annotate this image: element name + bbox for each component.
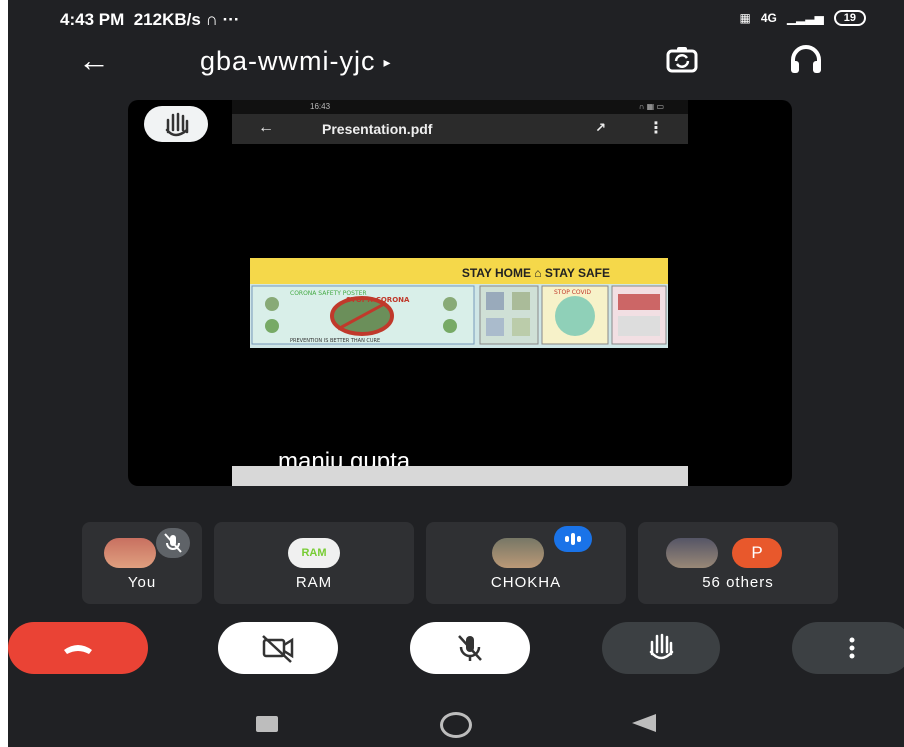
avatar [666, 538, 718, 568]
volte-icon: ▦ [739, 11, 751, 25]
participant-tile-others[interactable]: P 56 others [638, 522, 838, 604]
meeting-code-text: gba-wwmi-yjc [200, 46, 376, 76]
raise-hand-icon [165, 112, 189, 137]
raise-hand-icon [649, 633, 674, 660]
recents-icon[interactable] [256, 716, 278, 732]
avatar: RAM [288, 538, 340, 568]
more-dots-icon: ··· [222, 10, 240, 29]
meet-screen: 4:43 PM 212KB/s ∩ ··· ▦ 4G ▁▂▃▅ 19 ← gba… [8, 0, 904, 747]
participant-tile-you[interactable]: You [82, 522, 202, 604]
poster-artwork: CORONA SAFETY POSTER STOP!! CORONA PREVE… [251, 285, 667, 345]
more-options-button[interactable] [792, 622, 904, 674]
time-text: 4:43 PM [60, 10, 125, 29]
status-bar: 4:43 PM 212KB/s ∩ ··· ▦ 4G ▁▂▃▅ 19 [8, 0, 904, 42]
headphone-small-icon: ∩ [205, 10, 218, 29]
network-type: 4G [760, 11, 777, 25]
raise-hand-button[interactable] [602, 622, 720, 674]
participant-name: CHOKHA [490, 574, 562, 591]
shared-status-icons: ∩ ▦ ▭ [638, 102, 664, 111]
avatar [104, 538, 156, 568]
end-call-button[interactable] [8, 622, 148, 674]
participant-tile-chokha[interactable]: CHOKHA [426, 522, 626, 604]
avatar [492, 538, 544, 568]
others-badge: P [732, 538, 782, 568]
status-time: 4:43 PM 212KB/s ∩ ··· [60, 10, 240, 30]
mic-off-icon [458, 635, 482, 661]
pdf-back-icon: ← [258, 119, 274, 136]
pdf-title: Presentation.pdf [322, 121, 433, 137]
mic-toggle-button[interactable] [410, 622, 530, 674]
participant-name: RAM [295, 574, 333, 591]
back-icon[interactable] [632, 714, 656, 732]
battery-icon: 19 [833, 10, 866, 26]
shared-status-bar: 16:43 ∩ ▦ ▭ [232, 100, 688, 114]
poster-right: STOP COVID [554, 289, 591, 296]
participant-name: You [127, 574, 157, 591]
shared-nav-bar [232, 466, 688, 486]
chevron-right-icon: ▸ [383, 54, 392, 71]
raised-hand-badge [144, 106, 208, 142]
corona-poster-image: STAY HOME ⌂ STAY SAFE CORONA SAFETY POST… [250, 258, 668, 348]
speaking-indicator-icon [554, 526, 592, 552]
poster-banner: STAY HOME ⌂ STAY SAFE [250, 258, 668, 284]
more-vert-icon [849, 637, 855, 659]
meeting-header: ← gba-wwmi-yjc ▸ [8, 42, 904, 86]
pdf-menu-icon: ⋮ [648, 120, 664, 137]
back-arrow-icon[interactable]: ← [78, 44, 110, 76]
audio-output-icon[interactable] [788, 44, 824, 76]
home-icon[interactable] [440, 712, 472, 738]
mic-off-icon [156, 528, 190, 558]
camera-off-icon [262, 635, 294, 663]
poster-footer: PREVENTION IS BETTER THAN CURE [290, 338, 380, 344]
shared-time: 16:43 [310, 102, 331, 111]
status-icons: ▦ 4G ▁▂▃▅ 19 [739, 10, 866, 26]
meeting-code[interactable]: gba-wwmi-yjc ▸ [200, 46, 392, 77]
presentation-stage[interactable]: 16:43 ∩ ▦ ▭ ← Presentation.pdf ↗ ⋮ STAY … [128, 100, 792, 486]
open-external-icon: ↗ [595, 120, 606, 135]
signal-icon: ▁▂▃▅ [786, 11, 824, 25]
pdf-toolbar: ← Presentation.pdf ↗ ⋮ [232, 114, 688, 144]
participant-tile-ram[interactable]: RAM RAM [214, 522, 414, 604]
poster-stop: STOP!! CORONA [346, 296, 410, 304]
participant-name: 56 others [702, 574, 774, 591]
switch-camera-icon[interactable] [666, 46, 698, 74]
hang-up-icon [64, 645, 92, 654]
network-speed: 212KB/s [133, 10, 201, 29]
camera-toggle-button[interactable] [218, 622, 338, 674]
